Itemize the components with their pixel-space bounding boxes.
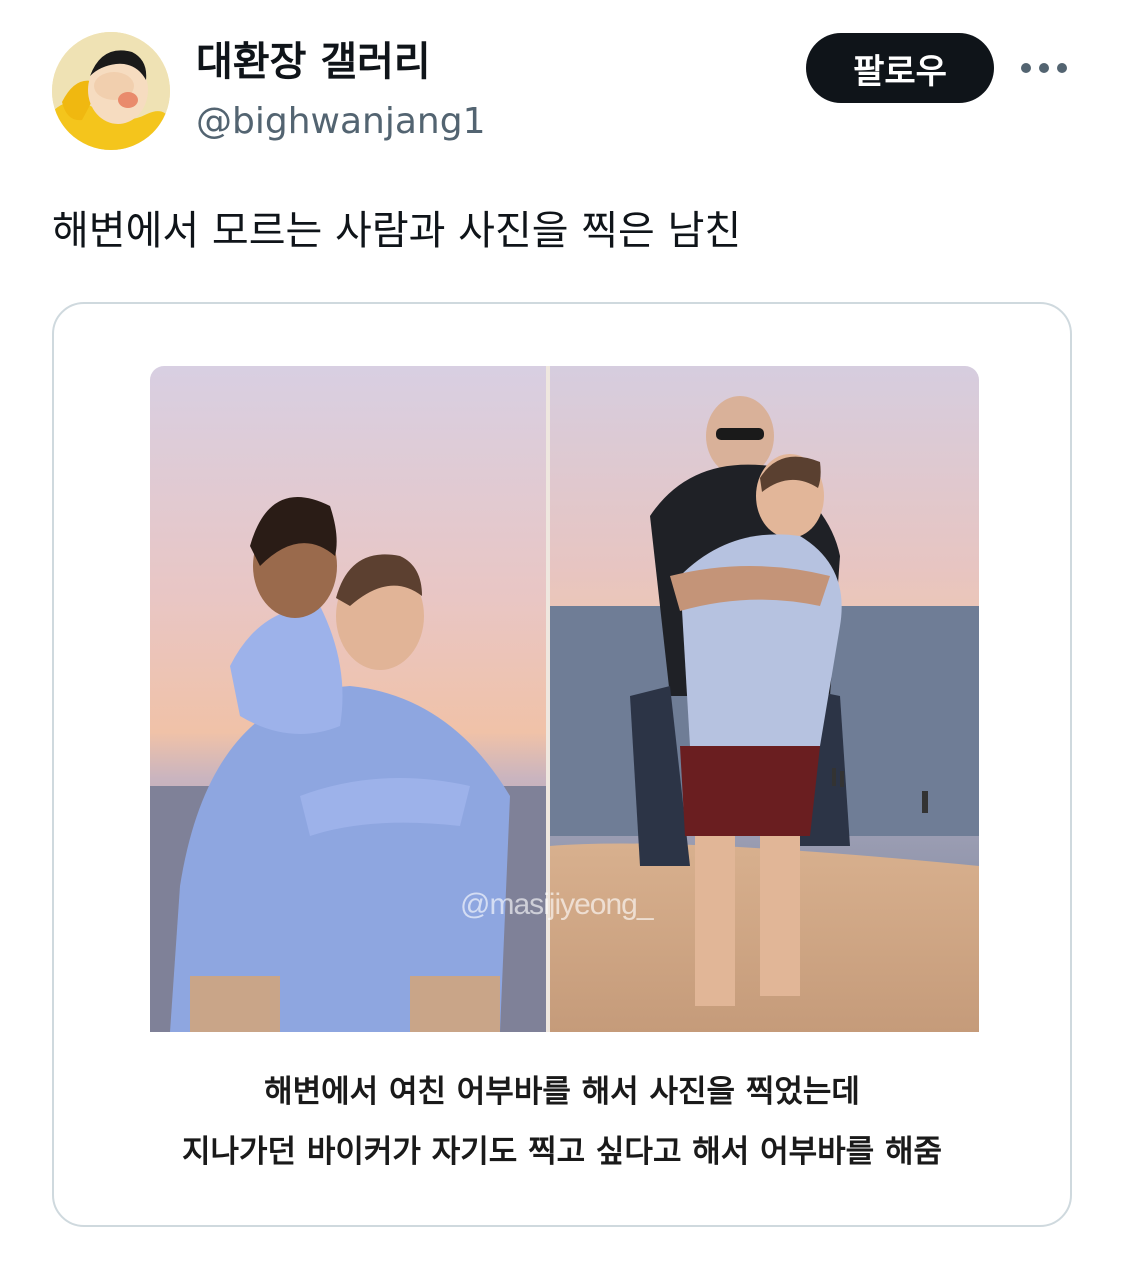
photo-watermark: @masijiyeong_ [460,888,654,921]
tweet-text: 해변에서 모르는 사람과 사진을 찍은 남친 [52,208,742,254]
avatar[interactable] [52,32,170,150]
tweet-photo[interactable]: @masijiyeong_ [150,366,979,1032]
follow-button[interactable]: 팔로우 [806,33,994,103]
media-card[interactable]: @masijiyeong_ 해변에서 여친 어부바를 해서 사진을 찍었는데 지… [52,302,1072,1227]
more-dots-icon [1021,63,1067,73]
more-options-button[interactable] [1016,48,1072,88]
display-name[interactable]: 대환장 갤러리 [196,38,431,86]
user-handle[interactable]: @bighwanjang1 [196,100,485,144]
cartoon-avatar-icon [52,32,170,150]
caption-line-1: 해변에서 여친 어부바를 해서 사진을 찍었는데 [264,1074,860,1110]
beach-photo-image [150,366,979,1032]
caption-line-2: 지나가던 바이커가 자기도 찍고 싶다고 해서 어부바를 해줌 [181,1134,943,1170]
